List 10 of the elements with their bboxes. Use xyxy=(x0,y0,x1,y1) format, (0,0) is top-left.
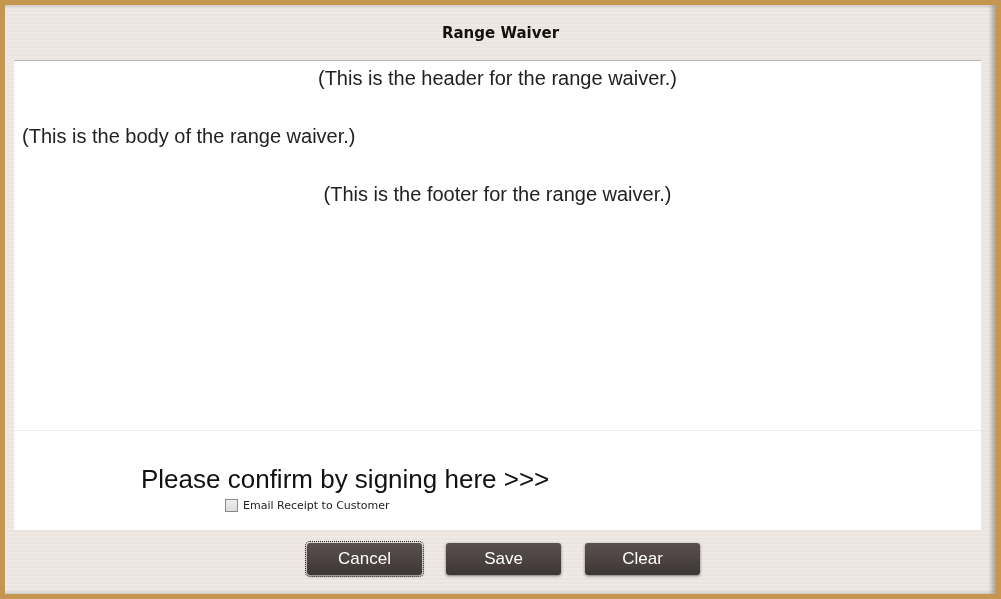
action-button[interactable]: Clear xyxy=(585,543,700,575)
email-receipt-checkbox[interactable] xyxy=(225,499,238,512)
waiver-footer: (This is the footer for the range waiver.) xyxy=(323,182,672,206)
checkbox-label: Email Receipt to Customer xyxy=(243,499,390,512)
signature-prompt: Please confirm by signing here >>> xyxy=(141,464,550,495)
waiver-body: (This is the body of the range waiver.) xyxy=(22,124,356,148)
waiver-header: (This is the header for the range waiver.) xyxy=(317,66,678,90)
window-title: Range Waiver xyxy=(441,23,560,42)
action-button[interactable]: Save xyxy=(446,543,561,575)
action-button[interactable]: Cancel xyxy=(307,543,422,575)
